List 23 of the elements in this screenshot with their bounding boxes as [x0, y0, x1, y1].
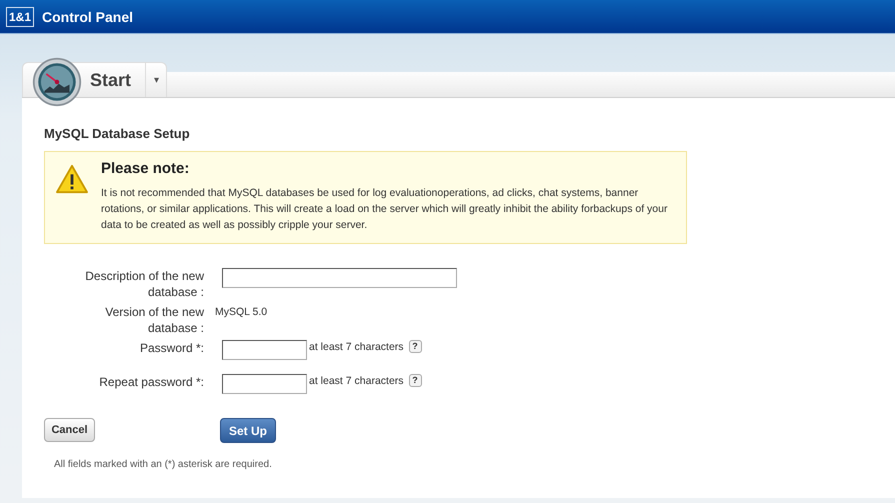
cancel-button[interactable]: Cancel	[44, 418, 95, 442]
tab-label: Start	[90, 70, 132, 91]
logo: 1&1	[6, 6, 34, 26]
field-hint: at least 7 characters	[309, 340, 404, 354]
field-label: Repeat password *:	[98, 374, 204, 390]
input-field[interactable]	[222, 268, 457, 288]
tab-menu-button[interactable]: ▾	[145, 63, 167, 97]
required-note: All fields marked with an (*) asterisk are required.	[54, 459, 273, 470]
password-field[interactable]	[222, 340, 307, 360]
password-field[interactable]	[222, 374, 307, 394]
field-label: Version of the new database :	[104, 304, 204, 336]
help-button[interactable]: ?	[408, 374, 422, 387]
app-title: Control Panel	[42, 8, 134, 24]
field-hint: at least 7 characters	[309, 374, 404, 388]
page-title: MySQL Database Setup	[44, 126, 191, 141]
field-label: Password *:	[138, 340, 204, 356]
setup-button[interactable]: Set Up	[220, 418, 276, 443]
field-value: MySQL 5.0	[215, 305, 268, 320]
notice-text: It is not recommended that MySQL databases be used for log evaluationoperations, ad clicks, chat systems, banner rotations, or similar applications. This will create a load on the server which will greatly inhibit the ability forbackups of your data to be created as well as possibly cripple your server.	[101, 186, 668, 233]
field-label: Description of the new database :	[84, 268, 204, 300]
notice-title: Please note:	[101, 160, 190, 177]
help-button[interactable]: ?	[408, 340, 422, 353]
warning-icon	[55, 164, 89, 194]
